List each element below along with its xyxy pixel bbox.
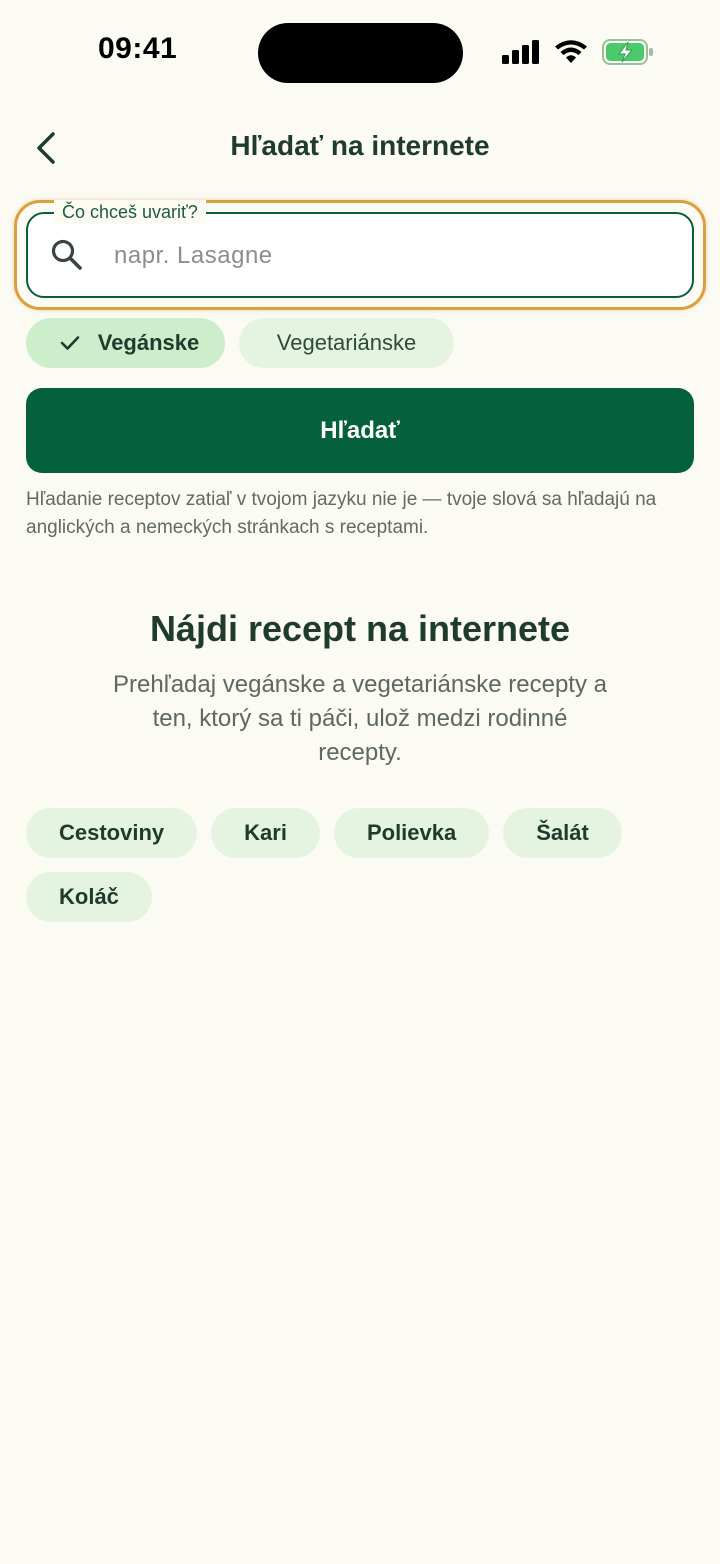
suggestion-chip-kolac[interactable]: Koláč <box>26 872 152 922</box>
filter-chip-label: Vegánske <box>97 330 200 355</box>
search-input[interactable] <box>112 232 676 280</box>
filter-chip-vegetarian[interactable]: Vegetariánske <box>239 318 454 368</box>
status-icons <box>502 38 654 66</box>
filter-chip-vegan[interactable]: Vegánske <box>26 318 225 368</box>
dynamic-island <box>258 23 463 83</box>
diet-filters: Vegánske Vegetariánske <box>26 318 454 368</box>
suggestion-chip-cestoviny[interactable]: Cestoviny <box>26 808 198 858</box>
page-title: Hľadať na internete <box>230 130 490 161</box>
search-button[interactable]: Hľadať <box>26 388 694 473</box>
suggestion-chip-kari[interactable]: Kari <box>211 808 320 858</box>
search-icon <box>51 239 82 270</box>
suggestion-chip-salat[interactable]: Šalát <box>503 808 622 858</box>
checkmark-icon <box>60 335 80 351</box>
cellular-signal-icon <box>502 40 539 64</box>
empty-state-title: Nájdi recept na internete <box>149 608 571 649</box>
suggestion-chip-polievka[interactable]: Polievka <box>333 808 490 858</box>
battery-charging-icon <box>602 39 653 65</box>
suggestion-chips: Cestoviny Kari Polievka Šalát Koláč <box>26 808 626 922</box>
search-field-label: Čo chceš uvariť? <box>54 200 206 224</box>
wifi-icon <box>555 40 587 63</box>
filter-chip-label: Vegetariánske <box>276 330 417 355</box>
language-info-note: Hľadanie receptov zatiaľ v tvojom jazyku… <box>26 489 657 538</box>
status-bar: 09:41 <box>0 0 720 104</box>
search-field[interactable]: Čo chceš uvariť? <box>26 200 694 298</box>
status-time: 09:41 <box>98 32 178 65</box>
empty-state-text: Prehľadaj vegánske a vegetariánske recep… <box>113 671 607 766</box>
